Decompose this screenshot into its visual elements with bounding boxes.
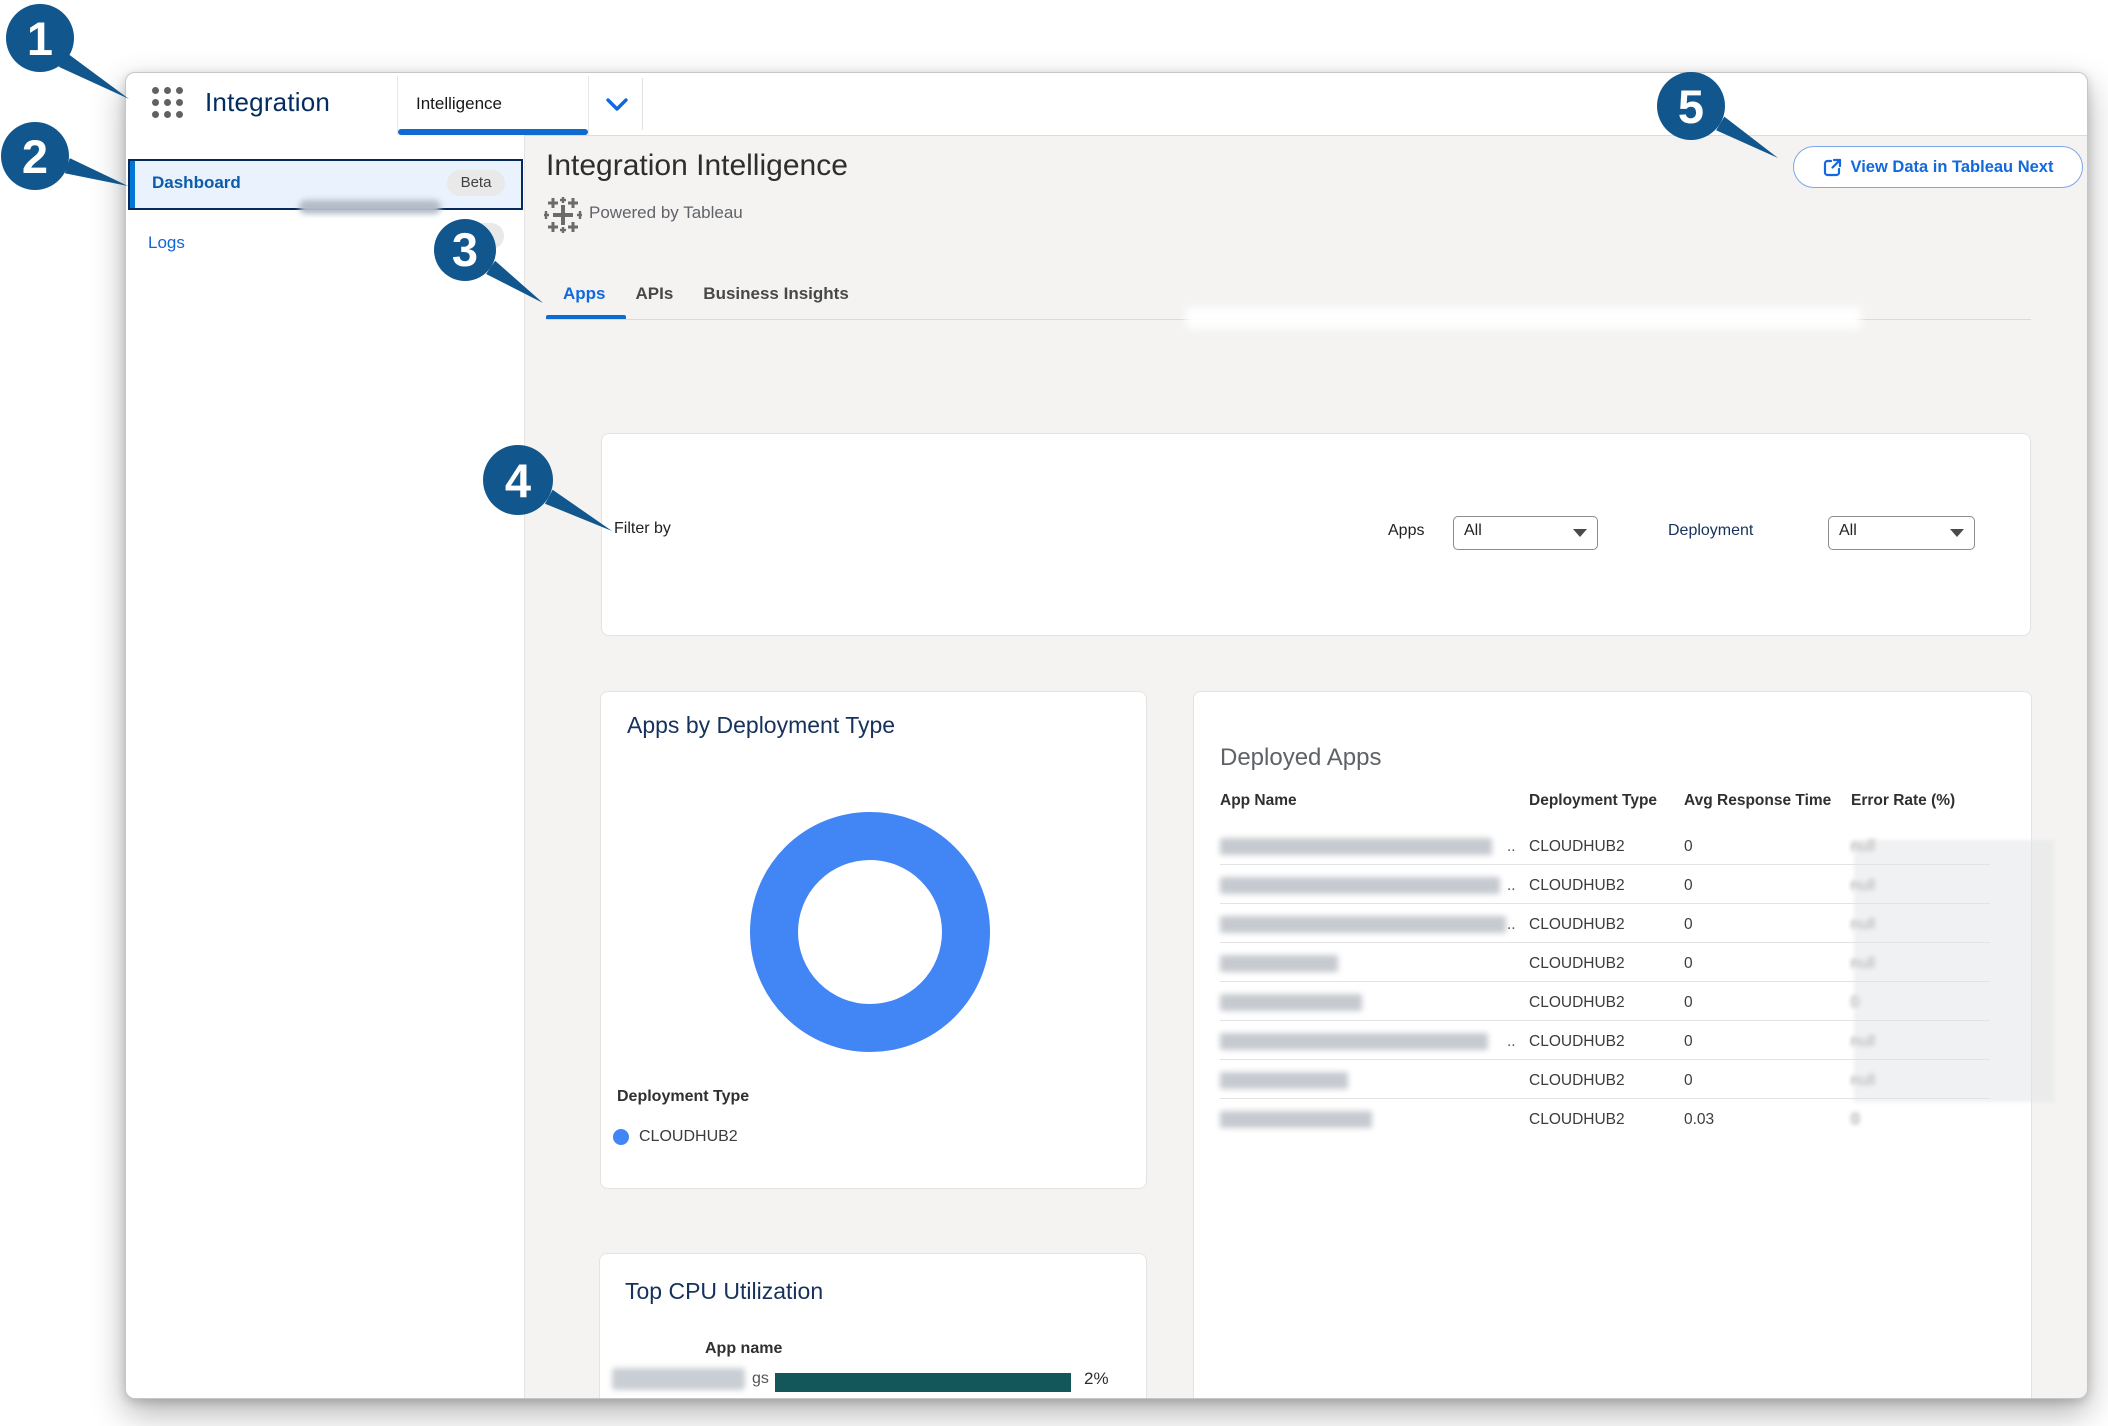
cpu-card-title: Top CPU Utilization <box>625 1278 823 1305</box>
sidebar: Dashboard Beta Logs <box>126 135 525 1398</box>
callout-arrow-2 <box>65 158 128 186</box>
cell-avg-response-time: 0.03 <box>1684 1111 1714 1129</box>
tab-business-insights[interactable]: Business Insights <box>703 284 848 304</box>
cell-avg-response-time: 0 <box>1684 1033 1693 1051</box>
redacted-app-name <box>1220 1033 1488 1050</box>
beta-badge: Beta <box>447 170 505 196</box>
cell-avg-response-time: 0 <box>1684 838 1693 856</box>
app-title: Integration <box>205 87 330 118</box>
col-deployment-type: Deployment Type <box>1529 792 1657 810</box>
blur-redaction <box>1854 840 2054 1102</box>
deployed-apps-card: Deployed Apps App Name Deployment Type A… <box>1193 691 2032 1399</box>
global-header: Integration Intelligence <box>126 73 2087 136</box>
cell-deployment-type: CLOUDHUB2 <box>1529 1111 1625 1129</box>
callout-number-1: 1 <box>27 12 53 65</box>
redacted-app-name <box>1220 877 1500 894</box>
dropdown-arrow-icon <box>1950 529 1964 537</box>
top-cpu-utilization-card: Top CPU Utilization App name gs 2% <box>599 1253 1147 1399</box>
donut-card-title: Apps by Deployment Type <box>627 712 895 739</box>
tab-apps[interactable]: Apps <box>563 284 606 304</box>
redacted-app-name <box>1220 916 1506 933</box>
page-title: Integration Intelligence <box>546 149 848 183</box>
apps-by-deployment-type-card: Apps by Deployment Type Deployment Type … <box>600 691 1147 1189</box>
cell-deployment-type: CLOUDHUB2 <box>1529 1072 1625 1090</box>
callout-circle-2 <box>1 122 69 190</box>
col-app-name: App Name <box>1220 792 1297 810</box>
cpu-value-label: 2% <box>1084 1369 1109 1389</box>
redacted-app-name <box>1220 1072 1348 1089</box>
cell-deployment-type: CLOUDHUB2 <box>1529 838 1625 856</box>
cpu-column-label: App name <box>705 1340 782 1358</box>
external-link-icon <box>1823 158 1842 177</box>
selected-accent-bar <box>130 161 135 208</box>
view-data-in-tableau-next-button[interactable]: View Data in Tableau Next <box>1793 146 2083 188</box>
table-card-title: Deployed Apps <box>1220 744 1381 772</box>
nav-tab-label: Intelligence <box>416 94 502 114</box>
sidebar-item-label: Dashboard <box>152 173 241 193</box>
dropdown-arrow-icon <box>1573 529 1587 537</box>
view-data-button-label: View Data in Tableau Next <box>1851 158 2054 177</box>
cell-avg-response-time: 0 <box>1684 994 1693 1012</box>
tableau-logo-icon <box>544 197 582 233</box>
blur-redaction <box>1186 307 1861 329</box>
tab-apis[interactable]: APIs <box>636 284 674 304</box>
filter-by-label: Filter by <box>614 520 671 538</box>
table-row: CLOUDHUB2 0.03 0 <box>1220 1106 1990 1137</box>
legend-title: Deployment Type <box>617 1088 749 1106</box>
nav-tab-intelligence[interactable]: Intelligence <box>397 76 589 135</box>
apps-filter-label: Apps <box>1388 522 1424 540</box>
col-avg-response: Avg Response Time <box>1684 792 1831 810</box>
deployment-filter-label: Deployment <box>1668 522 1753 540</box>
powered-by-tableau: Powered by Tableau <box>589 203 743 223</box>
callout-arrow-1 <box>59 53 129 99</box>
redacted-app-name <box>1220 994 1362 1011</box>
truncation-dots: .. <box>1507 1033 1516 1051</box>
filter-panel: Filter by Apps All Deployment All <box>601 433 2031 636</box>
apps-filter-dropdown[interactable]: All <box>1453 516 1598 550</box>
redacted-app-name <box>1220 1111 1372 1128</box>
redacted-app-name <box>1220 955 1338 972</box>
col-error-rate: Error Rate (%) <box>1851 792 1955 810</box>
cell-error-rate-redacted: 0 <box>1851 1111 1860 1129</box>
callout-circle-1 <box>6 4 74 72</box>
main-tabs: Apps APIs Business Insights <box>563 284 849 304</box>
redacted-app-name <box>1220 838 1492 855</box>
blur-redaction <box>299 200 441 214</box>
cell-avg-response-time: 0 <box>1684 877 1693 895</box>
cell-avg-response-time: 0 <box>1684 1072 1693 1090</box>
cell-deployment-type: CLOUDHUB2 <box>1529 994 1625 1012</box>
deployment-type-donut-chart <box>730 792 1010 1072</box>
truncation-dots: .. <box>1507 838 1516 856</box>
cell-avg-response-time: 0 <box>1684 955 1693 973</box>
callout-number-2: 2 <box>22 130 48 183</box>
beta-badge-partial <box>446 223 504 249</box>
header-divider <box>642 78 643 130</box>
truncation-dots: .. <box>1507 877 1516 895</box>
truncation-dots: .. <box>1507 916 1516 934</box>
deployment-filter-dropdown[interactable]: All <box>1828 516 1975 550</box>
cell-deployment-type: CLOUDHUB2 <box>1529 955 1625 973</box>
app-window: Integration Intelligence Dashboard Beta … <box>125 72 2088 1399</box>
app-name-suffix: gs <box>752 1370 769 1388</box>
legend-label: CLOUDHUB2 <box>639 1128 738 1146</box>
app-launcher-icon[interactable] <box>152 87 186 121</box>
chevron-down-icon[interactable] <box>605 97 629 113</box>
cell-deployment-type: CLOUDHUB2 <box>1529 916 1625 934</box>
cell-deployment-type: CLOUDHUB2 <box>1529 877 1625 895</box>
deployment-filter-value: All <box>1839 522 1857 540</box>
cpu-utilization-bar <box>775 1373 1071 1392</box>
sidebar-item-logs[interactable]: Logs <box>148 233 185 253</box>
apps-filter-value: All <box>1464 522 1482 540</box>
legend-dot <box>613 1129 629 1145</box>
cell-avg-response-time: 0 <box>1684 916 1693 934</box>
cell-deployment-type: CLOUDHUB2 <box>1529 1033 1625 1051</box>
redacted-app-name <box>612 1368 745 1390</box>
